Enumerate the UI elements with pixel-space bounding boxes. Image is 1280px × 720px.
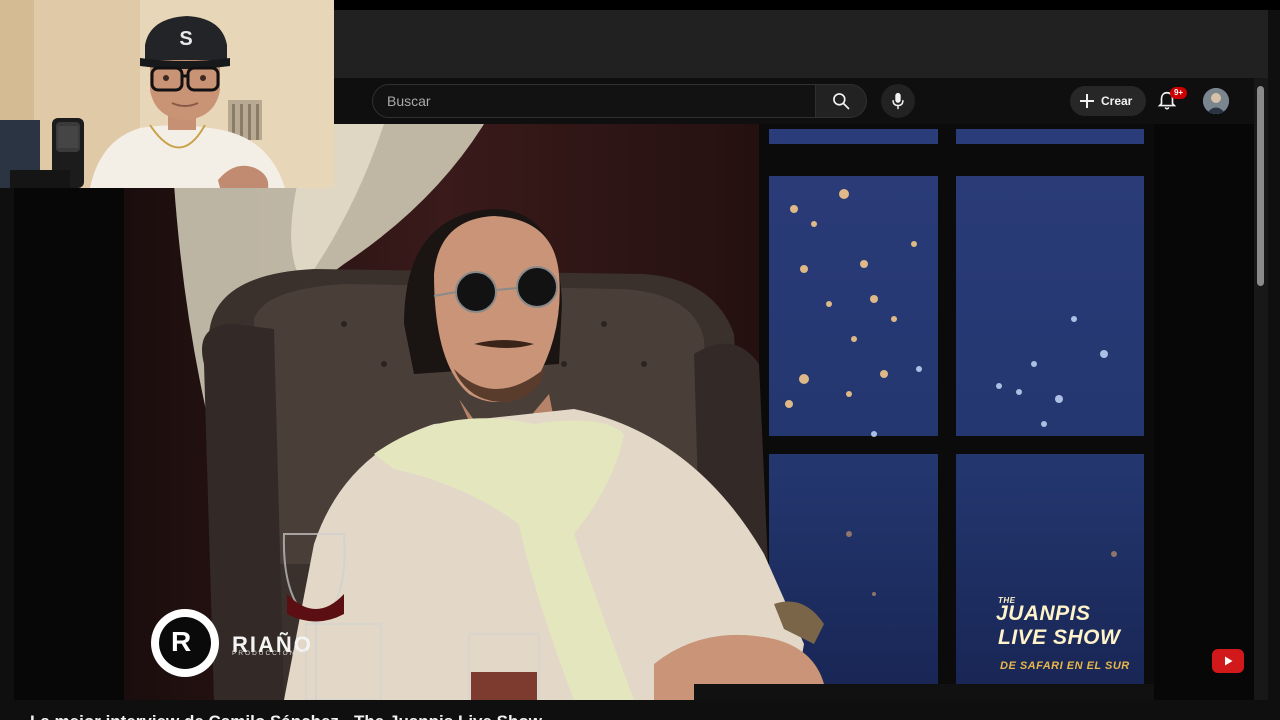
notification-count-badge: 9+ [1170, 87, 1187, 99]
production-watermark-sub: PRODUCCIONES [232, 650, 310, 657]
avatar-image [1203, 88, 1229, 114]
scrollbar-thumb[interactable] [1257, 86, 1264, 286]
voice-search-button[interactable] [881, 84, 915, 118]
search-box [372, 84, 816, 118]
plus-icon [1080, 94, 1094, 108]
page-scrollbar[interactable] [1254, 78, 1268, 720]
show-logo-line2: JUANPIS [996, 602, 1091, 625]
youtube-masthead: Crear 9+ [334, 78, 1254, 124]
search-input[interactable] [387, 85, 807, 117]
microphone-icon [892, 92, 904, 110]
video-title-strip: La mejor interview de Camilo Sánchez - T… [0, 700, 1280, 720]
notifications-button[interactable]: 9+ [1156, 87, 1187, 114]
play-icon [1225, 656, 1233, 666]
account-avatar[interactable] [1203, 88, 1229, 114]
create-button-label: Crear [1101, 94, 1133, 108]
video-title[interactable]: La mejor interview de Camilo Sánchez - T… [30, 712, 542, 720]
show-logo-line4: DE SAFARI EN EL SUR [1000, 660, 1130, 672]
create-button[interactable]: Crear [1070, 86, 1146, 116]
show-logo: THE JUANPIS LIVE SHOW DE SAFARI EN EL SU… [996, 594, 1136, 678]
search-icon [833, 93, 850, 110]
webcam-scene: S [0, 0, 334, 188]
webcam-overlay: S [0, 0, 334, 188]
youtube-branding-button[interactable] [1212, 649, 1244, 673]
cap-letter: S [179, 28, 192, 50]
production-logo-letter: R [171, 626, 192, 657]
page-header-background [334, 10, 1268, 78]
search-button[interactable] [815, 84, 867, 118]
video-player[interactable]: R RIAÑO PRODUCCIONES THE JUANPIS LIVE SH… [14, 124, 1254, 700]
show-logo-line3: LIVE SHOW [998, 626, 1121, 649]
